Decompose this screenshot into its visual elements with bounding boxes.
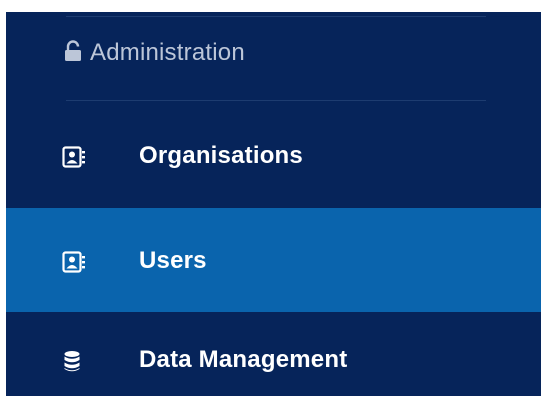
divider	[66, 16, 486, 17]
sidebar-item-organisations[interactable]: Organisations	[6, 104, 541, 208]
section-label: Administration	[90, 39, 245, 66]
sidebar-item-users[interactable]: Users	[6, 208, 541, 312]
database-icon	[64, 351, 80, 372]
sidebar-item-label: Users	[139, 247, 207, 274]
contact-card-icon	[62, 146, 85, 168]
contact-card-icon	[62, 251, 85, 273]
divider	[66, 100, 486, 101]
sidebar-item-label: Organisations	[139, 142, 303, 169]
screenshot-frame: Administration Organisations Users Data …	[0, 0, 541, 404]
section-header-administration: Administration	[6, 32, 541, 76]
lock-icon	[65, 40, 81, 61]
sidebar-nav: Administration Organisations Users Data …	[6, 12, 541, 396]
sidebar-item-label: Data Management	[139, 346, 348, 373]
sidebar-item-data-management[interactable]: Data Management	[6, 312, 541, 396]
